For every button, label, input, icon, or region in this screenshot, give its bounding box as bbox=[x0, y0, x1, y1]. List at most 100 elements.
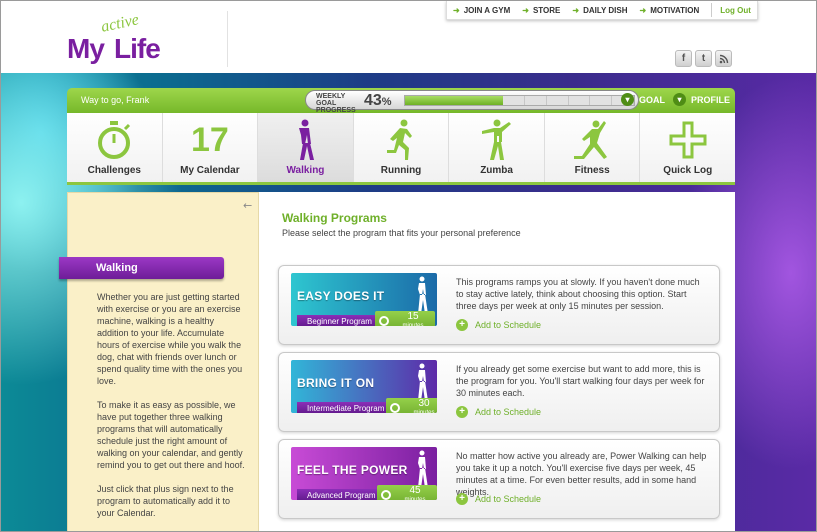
arrow-right-icon: ➜ bbox=[522, 5, 529, 15]
nav-join-gym[interactable]: ➜ JOIN A GYM bbox=[453, 6, 510, 15]
walker-icon bbox=[418, 363, 428, 401]
minutes-unit: minutes bbox=[404, 497, 426, 500]
clock-icon bbox=[379, 316, 389, 326]
rss-icon[interactable] bbox=[715, 50, 732, 67]
calendar-day-icon: 17 bbox=[190, 121, 229, 159]
minutes-unit: minutes bbox=[402, 323, 424, 326]
nav-label: JOIN A GYM bbox=[463, 5, 511, 15]
program-description: No matter how active you already are, Po… bbox=[456, 451, 707, 497]
program-description: If you already get some exercise but wan… bbox=[456, 364, 705, 398]
progress-percent: 43% bbox=[364, 92, 392, 110]
activity-tiles: Challenges 17 My Calendar Walking Runnin… bbox=[67, 113, 736, 185]
arrow-right-icon: ➜ bbox=[639, 5, 647, 15]
chevron-down-icon: ▾ bbox=[621, 93, 634, 106]
progress-fill bbox=[405, 96, 504, 105]
status-bar: Way to go, Frank WEEKLY GOAL PROGRESS 43… bbox=[67, 88, 735, 114]
page-subtitle: Please select the program that fits your… bbox=[282, 228, 521, 238]
tile-label: My Calendar bbox=[180, 165, 240, 176]
program-level-label: Intermediate Program bbox=[297, 402, 395, 413]
nav-motivation[interactable]: ➜ MOTIVATION bbox=[640, 6, 700, 15]
progress-segment bbox=[547, 96, 569, 105]
tile-fitness[interactable]: Fitness bbox=[544, 113, 641, 182]
progress-segment bbox=[525, 96, 547, 105]
page-title: Walking Programs bbox=[282, 211, 387, 225]
sidebar-text: Whether you are just getting started wit… bbox=[97, 291, 247, 531]
twitter-icon[interactable]: t bbox=[695, 50, 712, 67]
profile-button[interactable]: ▾ PROFILE bbox=[673, 93, 730, 106]
progress-value: 43 bbox=[364, 92, 382, 109]
top-navigation: ➜ JOIN A GYM ➜ STORE ➜ DAILY DISH ➜ MOTIVATI… bbox=[446, 1, 758, 20]
program-card-intermediate: BRING IT ON Intermediate Program 30 minut… bbox=[278, 352, 720, 432]
add-to-schedule-button[interactable]: + Add to Schedule bbox=[456, 493, 541, 505]
clock-icon bbox=[390, 403, 400, 413]
sidebar-tab-label: Walking bbox=[96, 262, 138, 274]
nav-store[interactable]: ➜ STORE bbox=[522, 6, 560, 15]
tile-label: Walking bbox=[286, 165, 325, 176]
dancer-icon bbox=[481, 119, 511, 160]
tile-label: Fitness bbox=[574, 165, 610, 176]
plus-icon bbox=[669, 121, 707, 159]
tile-zumba[interactable]: Zumba bbox=[449, 113, 545, 182]
goal-button[interactable]: ▾ GOAL bbox=[621, 93, 665, 106]
tile-quick-log[interactable]: Quick Log bbox=[640, 113, 736, 182]
program-minutes: 45 minutes bbox=[377, 485, 437, 500]
program-card-beginner: EASY DOES IT Beginner Program 15 minutes … bbox=[278, 265, 720, 345]
program-minutes: 30 minutes bbox=[386, 398, 437, 413]
sidebar-tab-walking: Walking bbox=[59, 257, 224, 279]
nav-label: MOTIVATION bbox=[650, 5, 700, 15]
progress-unit: % bbox=[381, 96, 392, 108]
tile-label: Zumba bbox=[480, 165, 513, 176]
greeting-text: Way to go, Frank bbox=[81, 95, 150, 105]
nav-label: STORE bbox=[532, 5, 561, 15]
walker-icon bbox=[418, 276, 428, 314]
progress-segment bbox=[590, 96, 613, 105]
program-banner[interactable]: FEEL THE POWER Advanced Program 45 minute… bbox=[291, 447, 437, 500]
weekly-goal-progress: WEEKLY GOAL PROGRESS 43% bbox=[305, 90, 639, 114]
collapse-arrow-icon[interactable]: ← bbox=[243, 199, 252, 212]
walker-icon bbox=[299, 119, 315, 160]
my-active-life-logo[interactable]: active My Life bbox=[67, 11, 187, 65]
tile-challenges[interactable]: Challenges bbox=[67, 113, 163, 182]
program-description: This programs ramps you at slowly. If yo… bbox=[456, 277, 700, 311]
facebook-icon[interactable]: f bbox=[675, 50, 692, 67]
program-banner[interactable]: EASY DOES IT Beginner Program 15 minutes bbox=[291, 273, 437, 326]
sidebar-paragraph: To make it as easy as possible, we have … bbox=[97, 400, 245, 470]
logo-my-text: My bbox=[67, 33, 105, 64]
site-header: active My Life ➜ JOIN A GYM ➜ STORE ➜ DAILY… bbox=[1, 1, 816, 73]
program-banner[interactable]: BRING IT ON Intermediate Program 30 minut… bbox=[291, 360, 437, 413]
add-to-schedule-button[interactable]: + Add to Schedule bbox=[456, 319, 541, 331]
program-card-advanced: FEEL THE POWER Advanced Program 45 minute… bbox=[278, 439, 720, 519]
progress-segment bbox=[569, 96, 591, 105]
add-to-schedule-button[interactable]: + Add to Schedule bbox=[456, 406, 541, 418]
goal-label: GOAL bbox=[639, 94, 665, 105]
add-label: Add to Schedule bbox=[475, 494, 542, 504]
sidebar-paragraph: Whether you are just getting started wit… bbox=[97, 292, 243, 386]
progress-track bbox=[404, 95, 635, 106]
tile-running[interactable]: Running bbox=[353, 113, 450, 182]
arrow-right-icon: ➜ bbox=[572, 5, 580, 15]
program-minutes: 15 minutes bbox=[375, 311, 435, 326]
chevron-down-icon: ▾ bbox=[673, 93, 686, 106]
profile-label: PROFILE bbox=[691, 94, 731, 105]
arrow-right-icon: ➜ bbox=[453, 5, 460, 15]
tile-label: Running bbox=[380, 165, 422, 176]
nav-separator bbox=[711, 3, 713, 17]
program-banner-title: BRING IT ON bbox=[297, 376, 375, 390]
minutes-value: 45 bbox=[409, 485, 421, 496]
plus-icon: + bbox=[456, 406, 468, 418]
program-banner-title: EASY DOES IT bbox=[297, 289, 385, 303]
progress-segment bbox=[503, 96, 526, 105]
tile-my-calendar[interactable]: 17 My Calendar bbox=[162, 113, 259, 182]
header-divider bbox=[227, 11, 228, 67]
logo-life-text: Life bbox=[114, 33, 161, 64]
program-level-label: Advanced Program bbox=[297, 489, 386, 500]
nav-label: DAILY DISH bbox=[583, 5, 628, 15]
fitness-icon bbox=[574, 120, 608, 159]
logout-link[interactable]: Log Out bbox=[720, 6, 751, 15]
add-label: Add to Schedule bbox=[475, 320, 542, 330]
stopwatch-icon bbox=[98, 121, 131, 159]
add-label: Add to Schedule bbox=[475, 407, 542, 417]
tile-walking[interactable]: Walking bbox=[258, 113, 354, 182]
nav-daily-dish[interactable]: ➜ DAILY DISH bbox=[572, 6, 627, 15]
runner-icon bbox=[387, 119, 413, 160]
